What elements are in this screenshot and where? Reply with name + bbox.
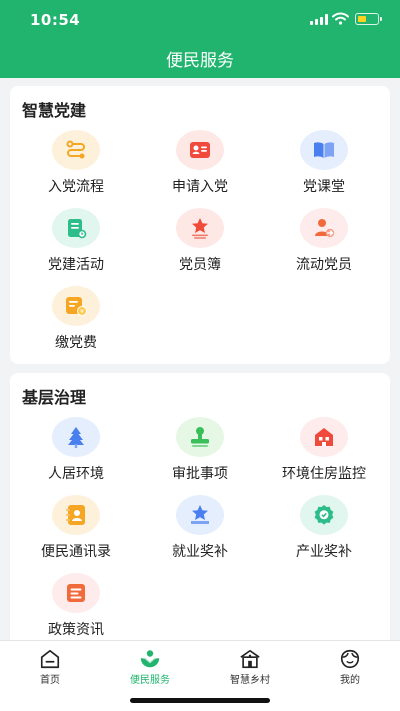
tab-smart-village[interactable]: 智慧乡村	[200, 641, 300, 691]
tree-icon	[68, 427, 84, 448]
status-time: 10:54	[30, 11, 81, 29]
header-bar: 10:54 便民服务	[0, 0, 400, 78]
service-label: 产业奖补	[296, 544, 352, 560]
tab-home[interactable]: 首页	[0, 641, 100, 691]
service-icon	[140, 650, 160, 668]
service-label: 党课堂	[303, 179, 345, 195]
service-party-class[interactable]: 党课堂	[261, 130, 387, 200]
flow-icon	[66, 140, 85, 159]
service-member-book[interactable]: 党员簿	[137, 208, 263, 278]
clipboard-icon	[68, 219, 87, 239]
service-employment-subsidy[interactable]: 就业奖补	[137, 495, 263, 565]
service-label: 审批事项	[172, 466, 228, 482]
star-award-icon	[191, 505, 209, 524]
home-icon	[40, 649, 60, 669]
service-policy-news[interactable]: 政策资讯	[13, 573, 139, 643]
service-industry-subsidy[interactable]: 产业奖补	[261, 495, 387, 565]
service-label: 缴党费	[55, 335, 97, 351]
service-label: 党建活动	[48, 257, 104, 273]
document-icon	[67, 584, 85, 602]
service-label: 就业奖补	[172, 544, 228, 560]
service-label: 便民通讯录	[41, 544, 111, 560]
service-living-environment[interactable]: 人居环境	[13, 417, 139, 487]
status-bar: 10:54	[0, 0, 400, 40]
tab-profile[interactable]: 我的	[300, 641, 400, 691]
svg-text:¥: ¥	[80, 309, 84, 316]
user-move-icon	[315, 219, 335, 238]
tab-label: 首页	[40, 675, 60, 686]
contacts-icon	[66, 505, 85, 525]
tab-label: 我的	[340, 675, 360, 686]
cellular-signal-icon	[310, 14, 328, 25]
service-label: 党员簿	[179, 257, 221, 273]
service-label: 政策资讯	[48, 622, 104, 638]
service-pay-dues[interactable]: ¥ 缴党费	[13, 286, 139, 356]
service-apply-party[interactable]: 申请入党	[137, 130, 263, 200]
page-title: 便民服务	[166, 51, 234, 71]
service-label: 环境住房监控	[282, 466, 366, 482]
section-grassroots-governance: 基层治理 人居环境 审批事项 环境住房监控 便民通讯录 就业奖补 产业奖补 政策…	[10, 373, 390, 648]
stamp-icon	[191, 427, 209, 447]
service-housing-monitor[interactable]: 环境住房监控	[261, 417, 387, 487]
section-title: 基层治理	[22, 388, 87, 407]
service-contacts[interactable]: 便民通讯录	[13, 495, 139, 565]
service-label: 人居环境	[48, 466, 104, 482]
tab-label: 智慧乡村	[230, 675, 270, 686]
village-icon	[240, 649, 260, 669]
star-ribbon-icon	[192, 218, 208, 239]
id-card-icon	[190, 142, 210, 158]
section-title: 智慧党建	[22, 101, 87, 120]
service-approval-matters[interactable]: 审批事项	[137, 417, 263, 487]
tab-label: 便民服务	[130, 675, 170, 686]
wifi-icon	[332, 12, 349, 25]
battery-icon	[355, 13, 382, 25]
house-icon	[315, 428, 333, 446]
service-floating-member[interactable]: 流动党员	[261, 208, 387, 278]
medal-icon	[314, 505, 334, 525]
section-party-building: 智慧党建 入党流程 申请入党 党课堂 党建活动 党员簿 流动党员 ¥ 缴党费	[10, 86, 390, 364]
service-party-process[interactable]: 入党流程	[13, 130, 139, 200]
payment-icon: ¥	[66, 297, 87, 316]
service-label: 流动党员	[296, 257, 352, 273]
home-indicator	[130, 698, 270, 703]
book-icon	[314, 142, 334, 158]
profile-icon	[340, 649, 360, 669]
service-label: 入党流程	[48, 179, 104, 195]
tab-services[interactable]: 便民服务	[100, 641, 200, 691]
service-label: 申请入党	[172, 179, 228, 195]
service-party-activity[interactable]: 党建活动	[13, 208, 139, 278]
